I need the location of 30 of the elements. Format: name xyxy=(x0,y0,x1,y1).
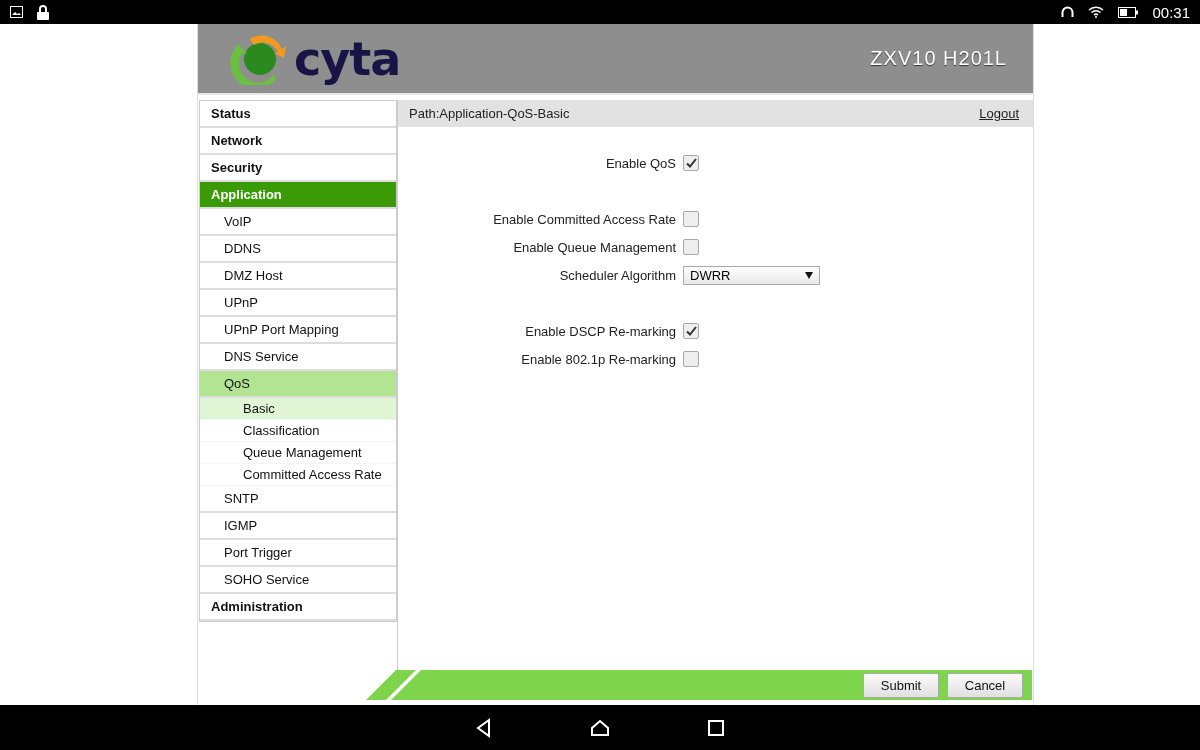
logout-link[interactable]: Logout xyxy=(979,106,1019,121)
breadcrumb-path: Path:Application-QoS-Basic xyxy=(409,106,570,121)
field-label: Enable DSCP Re-marking xyxy=(524,323,676,339)
checkbox[interactable] xyxy=(683,211,699,227)
model-name: ZXV10 H201L xyxy=(870,47,1007,70)
logo-wordmark: cyta xyxy=(294,31,401,86)
sidebar-item[interactable]: Application xyxy=(200,182,396,209)
field-label: Enable QoS xyxy=(604,155,676,171)
image-icon xyxy=(10,6,23,18)
checkbox[interactable] xyxy=(683,155,699,171)
home-icon[interactable] xyxy=(590,717,610,738)
field-label: Enable Queue Management xyxy=(512,239,676,255)
checkbox[interactable] xyxy=(683,351,699,367)
field-label: Enable Committed Access Rate xyxy=(492,211,676,227)
recents-icon[interactable] xyxy=(706,717,726,738)
field-label: Enable 802.1p Re-marking xyxy=(520,351,676,367)
sidebar-item[interactable]: Basic xyxy=(200,398,396,420)
field-label: Scheduler Algorithm xyxy=(558,267,676,283)
action-button[interactable]: Submit xyxy=(863,672,939,698)
clock-time: 00:31 xyxy=(1152,3,1190,21)
checkbox[interactable] xyxy=(683,323,699,339)
lock-icon xyxy=(37,4,49,20)
battery-icon xyxy=(1118,6,1139,18)
wifi-icon xyxy=(1088,6,1105,18)
headphones-icon xyxy=(1061,6,1075,18)
sidebar-item[interactable]: QoS xyxy=(200,371,396,398)
scheduler-dropdown[interactable]: DWRR xyxy=(683,265,820,285)
dropdown-caret-icon xyxy=(805,271,813,279)
action-button[interactable]: Cancel xyxy=(947,672,1023,698)
checkbox[interactable] xyxy=(683,239,699,255)
